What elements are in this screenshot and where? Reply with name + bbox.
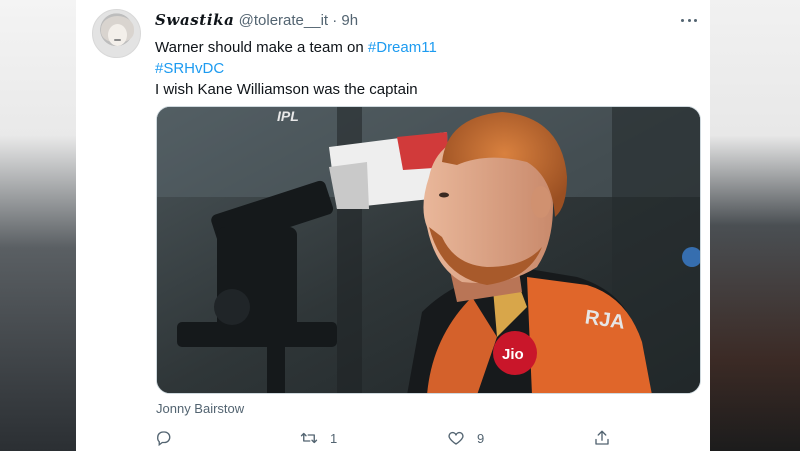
reply-button[interactable] — [154, 428, 172, 448]
background-left — [0, 0, 76, 451]
media-caption: Jonny Bairstow — [156, 401, 245, 416]
tweet-text: Warner should make a team on #Dream11 #S… — [155, 37, 675, 100]
avatar[interactable] — [92, 9, 141, 58]
handle[interactable]: @tolerate__it — [239, 12, 328, 29]
retweet-count: 1 — [330, 430, 338, 446]
heart-icon — [448, 431, 464, 445]
share-icon — [595, 430, 609, 445]
retweet-button[interactable]: 1 — [300, 428, 337, 448]
more-dot — [694, 18, 697, 22]
background-right — [710, 0, 800, 451]
media-photo: IPL Jio RJA — [157, 107, 700, 393]
reply-icon — [157, 431, 171, 447]
like-count: 9 — [477, 430, 485, 446]
tweet-line-2: #SRHvDC — [155, 58, 675, 79]
tweet-text-span: Warner should make a team on — [155, 39, 368, 56]
timestamp[interactable]: 9h — [341, 12, 358, 29]
more-options-icon[interactable] — [681, 12, 697, 28]
like-button[interactable]: 9 — [447, 428, 484, 448]
tweet-line-3: I wish Kane Williamson was the captain — [155, 81, 418, 98]
display-name[interactable]: Swastika — [155, 11, 234, 29]
hashtag-srhvdc[interactable]: #SRHvDC — [155, 60, 224, 77]
share-button[interactable] — [593, 428, 611, 448]
jio-logo: Jio — [502, 346, 524, 363]
more-dot — [681, 18, 684, 22]
tweet-media[interactable]: IPL Jio RJA — [156, 106, 701, 394]
action-bar: 1 9 — [154, 428, 694, 448]
avatar-face — [108, 24, 127, 46]
separator: · — [332, 12, 338, 29]
retweet-icon — [300, 432, 318, 444]
hashtag-dream11[interactable]: #Dream11 — [368, 39, 437, 56]
avatar-lips — [114, 39, 121, 41]
tweet-line-1: Warner should make a team on #Dream11 — [155, 37, 675, 58]
ipl-logo: IPL — [277, 108, 299, 124]
more-dot — [687, 18, 691, 22]
tweet-card[interactable]: Swastika @tolerate__it · 9h Warner shoul… — [76, 0, 710, 451]
tweet-header: Swastika @tolerate__it · 9h — [155, 11, 358, 29]
